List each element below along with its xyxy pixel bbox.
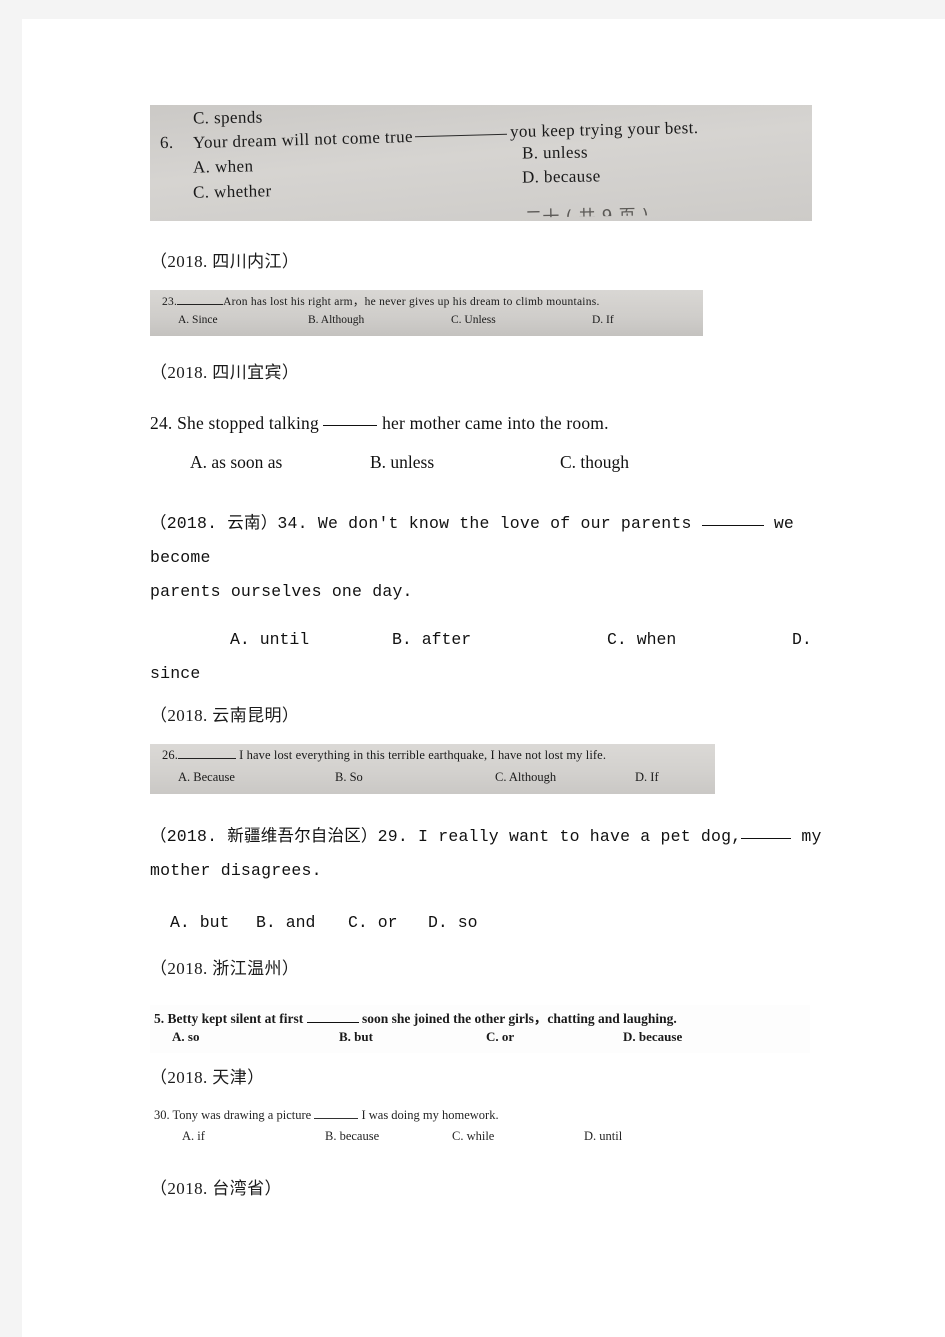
q34-option-a: A. until xyxy=(230,630,310,649)
question-29-block: （2018. 新疆维吾尔自治区）29. I really want to hav… xyxy=(150,820,850,888)
scan-block-question-26: 26. I have lost everything in this terri… xyxy=(150,744,715,794)
q34-options-indent xyxy=(150,623,230,657)
source-label-yunnan-kunming: （2018. 云南昆明） xyxy=(150,706,300,725)
source-label-yunnan: （2018. 云南） xyxy=(150,514,278,533)
q34-option-d: D. xyxy=(792,630,812,649)
q24-number: 24. xyxy=(150,413,173,433)
scan-block-question-23: 23. Aron has lost his right arm，he never … xyxy=(150,290,703,336)
q24-stem-pre: She stopped talking xyxy=(177,413,319,433)
q29-stem-pre: I really want to have a pet dog, xyxy=(418,827,742,846)
q23-option-c: C. Unless xyxy=(451,314,496,326)
q6-answer-blank xyxy=(415,133,507,138)
source-label-xinjiang: （2018. 新疆维吾尔自治区） xyxy=(150,827,378,846)
question-34-options: A. until B. after C. when D. xyxy=(150,623,850,657)
q6-option-c: C. whether xyxy=(192,181,272,202)
q29-option-a: A. but xyxy=(170,913,230,932)
question-34-block: （2018. 云南）34. We don't know the love of … xyxy=(150,507,850,609)
q23-stem-line: 23. Aron has lost his right arm，he never … xyxy=(162,293,600,309)
q26-number: 26. xyxy=(162,748,178,762)
q6-stem: Your dream will not come true xyxy=(192,126,414,153)
q26-option-b: B. So xyxy=(335,770,363,784)
q5-option-a: A. so xyxy=(172,1029,200,1044)
q24-option-b: B. unless xyxy=(370,452,435,472)
question-29-options: A. but B. and C. or D. so xyxy=(150,906,850,940)
q26-answer-blank xyxy=(177,758,236,759)
q26-options-row: A. Because B. So C. Although D. If xyxy=(178,770,659,785)
q34-answer-blank xyxy=(701,525,764,526)
q34-option-b: B. after xyxy=(392,630,472,649)
q26-stem-line: 26. I have lost everything in this terri… xyxy=(162,748,606,763)
q23-option-a: A. Since xyxy=(178,314,218,326)
q30-stem-line: 30. Tony was drawing a picture I was doi… xyxy=(154,1108,499,1123)
q30-options-row: A. if B. because C. while D. until xyxy=(182,1129,622,1144)
q29-option-c: C. or xyxy=(348,913,398,932)
q29-stem-post: my xyxy=(801,827,822,846)
document-page: C. spends 6. Your dream will not come tr… xyxy=(22,19,945,1337)
q6-option-b: B. unless xyxy=(521,142,589,163)
source-label-taiwan: （2018. 台湾省） xyxy=(150,1179,282,1198)
scan-block-question-30: 30. Tony was drawing a picture I was doi… xyxy=(150,1106,750,1152)
q34-stem-pre: We don't know the love of our parents xyxy=(317,514,692,533)
q26-option-a: A. Because xyxy=(178,770,235,784)
q24-stem-post: her mother came into the room. xyxy=(382,413,609,433)
q6-option-d: D. because xyxy=(521,166,601,187)
q5-option-b: B. but xyxy=(339,1029,373,1044)
q6-option-a: A. when xyxy=(192,156,254,177)
q30-answer-blank xyxy=(314,1118,359,1119)
source-label-zhejiang-wenzhou: （2018. 浙江温州） xyxy=(150,959,300,978)
q6-stem-tail: you keep trying your best. xyxy=(509,118,699,141)
q6-cut-off-footer-text: 二十 ( 共 9 页 ) xyxy=(524,205,650,221)
q34-option-c: C. when xyxy=(607,630,677,649)
q34-number: 34. xyxy=(277,514,308,533)
q30-option-a: A. if xyxy=(182,1129,205,1143)
q24-option-a: A. as soon as xyxy=(190,452,283,472)
q5-stem-text: soon she joined the other girls，chatting… xyxy=(361,1011,677,1026)
q5-option-c: C. or xyxy=(486,1029,515,1044)
q5-option-d: D. because xyxy=(623,1029,683,1044)
source-label-tianjin: （2018. 天津） xyxy=(150,1068,265,1087)
q23-answer-blank xyxy=(177,304,224,305)
q5-number-and-stem: 5. Betty kept silent at first xyxy=(154,1011,304,1026)
q6-number: 6. xyxy=(159,132,174,153)
q30-option-c: C. while xyxy=(452,1129,495,1143)
scan-block-question-5: 5. Betty kept silent at first soon she j… xyxy=(150,1005,810,1053)
q23-number: 23. xyxy=(162,296,178,308)
q24-option-c: C. though xyxy=(560,452,630,472)
q30-option-b: B. because xyxy=(325,1129,380,1143)
q34-stem-line2: parents ourselves one day. xyxy=(150,582,413,601)
source-label-sichuan-neijiang: （2018. 四川内江） xyxy=(150,252,300,271)
q30-option-d: D. until xyxy=(584,1129,623,1143)
q29-stem-line2: mother disagrees. xyxy=(150,861,322,880)
q30-number-and-stem: 30. Tony was drawing a picture xyxy=(154,1108,312,1122)
q5-answer-blank xyxy=(306,1022,359,1023)
question-24-stem: 24. She stopped talking her mother came … xyxy=(150,413,850,434)
source-label-sichuan-yibin: （2018. 四川宜宾） xyxy=(150,363,300,382)
q30-stem-text: I was doing my homework. xyxy=(361,1108,499,1122)
q29-number: 29. xyxy=(377,827,408,846)
q26-option-d: D. If xyxy=(635,770,659,784)
q29-option-d: D. so xyxy=(428,913,478,932)
q23-option-d: D. If xyxy=(592,314,614,326)
q23-option-b: B. Although xyxy=(308,314,365,326)
q26-option-c: C. Although xyxy=(495,770,557,784)
q23-options-row: A. Since B. Although C. Unless D. If xyxy=(178,314,614,326)
q5-stem-line: 5. Betty kept silent at first soon she j… xyxy=(154,1007,677,1027)
q26-stem-text: I have lost everything in this terrible … xyxy=(239,748,607,762)
q29-option-b: B. and xyxy=(256,913,316,932)
scan-block-question-6: C. spends 6. Your dream will not come tr… xyxy=(150,105,812,221)
q34-option-d-wrap: since xyxy=(150,664,201,683)
question-24-options: A. as soon as B. unless C. though xyxy=(150,452,850,473)
q29-answer-blank xyxy=(741,838,792,839)
q6-option-c-spends: C. spends xyxy=(192,107,263,128)
page-content: C. spends 6. Your dream will not come tr… xyxy=(150,105,850,1199)
q29-options-indent xyxy=(150,906,170,940)
q5-options-row: A. so B. but C. or D. because xyxy=(172,1029,682,1045)
q24-answer-blank xyxy=(323,425,378,426)
q23-stem-text: Aron has lost his right arm，he never giv… xyxy=(223,296,600,308)
